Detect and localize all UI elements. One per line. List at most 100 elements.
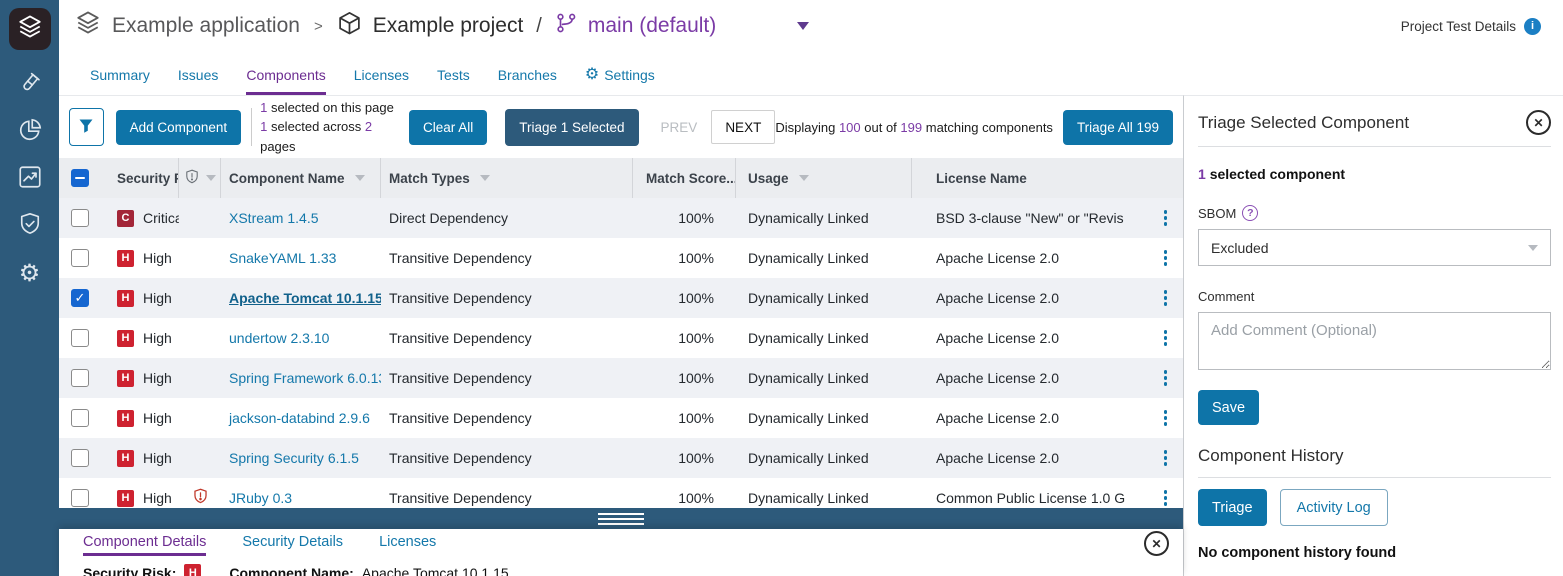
add-component-button[interactable]: Add Component [116,110,242,145]
component-link[interactable]: JRuby 0.3 [229,490,292,506]
breadcrumb-separator: > [314,18,323,35]
usage-cell: Dynamically Linked [736,318,912,358]
triage-selected-button[interactable]: Triage 1 Selected [505,109,638,146]
tab-licenses-details[interactable]: Licenses [379,529,436,556]
row-menu-kebab-icon[interactable] [1148,278,1183,318]
severity-badge: H [184,564,201,576]
usage-cell: Dynamically Linked [736,278,912,318]
triage-history-button[interactable]: Triage [1198,489,1267,526]
column-header-component-name[interactable]: Component Name [221,158,381,198]
sbom-label: SBOM ? [1198,205,1551,221]
column-header-match-score[interactable]: Match Score... [633,158,736,198]
match-score-cell: 100% [633,198,736,238]
tab-issues[interactable]: Issues [178,52,218,95]
license-cell: Apache License 2.0 [912,398,1148,438]
triage-panel: Triage Selected Component ✕ 1 selected c… [1183,95,1563,576]
usage-cell: Dynamically Linked [736,398,912,438]
tab-component-details[interactable]: Component Details [83,529,206,556]
row-menu-kebab-icon[interactable] [1148,318,1183,358]
column-header-match-types[interactable]: Match Types [381,158,633,198]
severity-badge: H [117,250,134,267]
row-menu-kebab-icon[interactable] [1148,198,1183,238]
row-checkbox[interactable] [71,409,89,427]
component-link[interactable]: Spring Security 6.1.5 [229,450,359,466]
table-row: C Critical XStream 1.4.5 Direct Dependen… [59,198,1183,238]
table-header-row: Security Risk Component Name Match Types… [59,158,1183,198]
match-type-cell: Transitive Dependency [381,278,633,318]
rail-item-settings[interactable]: ⚙ [0,250,59,297]
component-link[interactable]: Apache Tomcat 10.1.15 [229,290,381,306]
row-menu-kebab-icon[interactable] [1148,238,1183,278]
tab-licenses[interactable]: Licenses [354,52,409,95]
save-button[interactable]: Save [1198,390,1259,425]
column-header-usage[interactable]: Usage [736,158,912,198]
filter-button[interactable] [69,108,104,146]
rail-item-tests[interactable] [0,62,59,109]
tab-settings[interactable]: ⚙Settings [585,52,655,95]
component-link[interactable]: XStream 1.4.5 [229,210,319,226]
breadcrumb-application[interactable]: Example application [112,14,300,38]
breadcrumb-project[interactable]: Example project [373,14,524,38]
column-header-security-risk[interactable]: Security Risk [101,158,179,198]
test-tube-icon [18,71,42,100]
component-link[interactable]: SnakeYAML 1.33 [229,250,336,266]
components-content: Add Component 1 selected on this page 1 … [59,95,1183,576]
usage-cell: Dynamically Linked [736,438,912,478]
gear-icon: ⚙ [585,67,599,83]
row-menu-kebab-icon[interactable] [1148,438,1183,478]
comment-input[interactable] [1198,312,1551,370]
component-link[interactable]: Spring Framework 6.0.13 [229,370,381,386]
row-checkbox[interactable] [71,209,89,227]
divider [1198,477,1551,478]
close-icon[interactable]: ✕ [1144,531,1169,556]
next-page-button[interactable]: NEXT [711,110,775,144]
activity-log-button[interactable]: Activity Log [1280,489,1388,526]
component-link[interactable]: jackson-databind 2.9.6 [229,410,370,426]
triage-all-button[interactable]: Triage All 199 [1063,110,1173,145]
license-cell: Apache License 2.0 [912,278,1148,318]
row-menu-kebab-icon[interactable] [1148,358,1183,398]
component-detail-line: Security Risk: H Component Name: Apache … [83,564,1183,576]
help-icon[interactable]: ? [1242,205,1258,221]
panel-resize-bar[interactable] [59,508,1183,529]
close-icon[interactable]: ✕ [1526,110,1551,135]
row-checkbox[interactable] [71,369,89,387]
match-type-cell: Transitive Dependency [381,398,633,438]
tab-summary[interactable]: Summary [90,52,150,95]
info-icon[interactable]: i [1524,18,1541,35]
row-checkbox[interactable] [71,289,89,307]
drag-handle-icon[interactable] [598,513,644,528]
tab-security-details[interactable]: Security Details [242,529,343,556]
tab-components[interactable]: Components [246,52,325,95]
row-checkbox[interactable] [71,249,89,267]
sort-caret-icon [355,175,365,181]
rail-item-security[interactable] [0,203,59,250]
column-header-license-name[interactable]: License Name [912,158,1148,198]
component-history-title: Component History [1198,446,1551,466]
app-rail: ⚙ [0,0,59,576]
column-header-risk-flag[interactable] [179,158,221,198]
row-checkbox[interactable] [71,329,89,347]
clear-all-button[interactable]: Clear All [409,110,487,145]
severity-label: High [143,370,172,386]
row-checkbox[interactable] [71,489,89,507]
license-cell: Apache License 2.0 [912,318,1148,358]
select-all-checkbox[interactable] [71,169,89,187]
component-link[interactable]: undertow 2.3.10 [229,330,329,346]
comment-label: Comment [1198,289,1551,304]
displaying-summary: Displaying 100 out of 199 matching compo… [775,120,1053,135]
sbom-select[interactable]: Excluded [1198,229,1551,266]
tab-tests[interactable]: Tests [437,52,470,95]
rail-item-trends[interactable] [0,156,59,203]
layers-icon [75,10,101,42]
risk-flag-icon [192,488,209,508]
row-checkbox[interactable] [71,449,89,467]
branch-dropdown-caret-icon[interactable] [797,22,809,30]
rail-item-applications[interactable] [9,8,51,50]
breadcrumb-branch[interactable]: main (default) [588,14,716,38]
license-cell: Apache License 2.0 [912,438,1148,478]
match-score-cell: 100% [633,398,736,438]
rail-item-reports[interactable] [0,109,59,156]
tab-branches[interactable]: Branches [498,52,557,95]
row-menu-kebab-icon[interactable] [1148,398,1183,438]
